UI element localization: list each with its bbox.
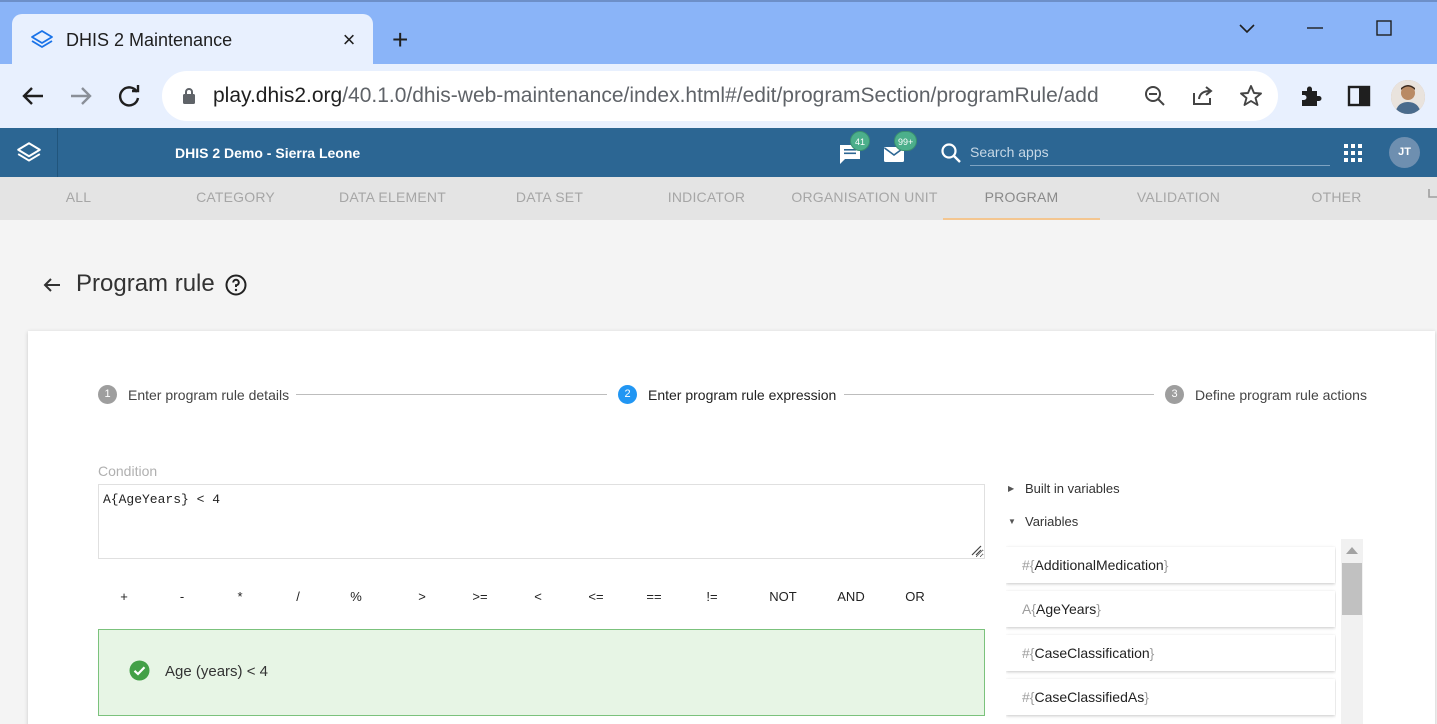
list-item[interactable]: #{AdditionalMedication}: [1006, 547, 1335, 583]
variables-label: Variables: [1025, 514, 1079, 529]
url-text[interactable]: play.dhis2.org/40.1.0/dhis-web-maintenan…: [213, 84, 1099, 108]
back-arrow-icon[interactable]: [17, 80, 49, 112]
browser-toolbar: play.dhis2.org/40.1.0/dhis-web-maintenan…: [0, 64, 1437, 128]
operator-plus-button[interactable]: +: [104, 589, 144, 604]
operator-equal-button[interactable]: ==: [634, 589, 674, 604]
caret-down-icon: ▼: [1008, 517, 1016, 526]
condition-input[interactable]: [98, 484, 985, 559]
operator-greater-equal-button[interactable]: >=: [460, 589, 500, 604]
bookmark-star-icon[interactable]: [1238, 83, 1264, 109]
browser-profile-avatar[interactable]: [1391, 80, 1425, 114]
address-bar[interactable]: play.dhis2.org/40.1.0/dhis-web-maintenan…: [162, 71, 1278, 121]
variables-scrollbar[interactable]: [1341, 539, 1363, 724]
step-label: Enter program rule details: [128, 386, 290, 403]
maximize-icon[interactable]: [1372, 16, 1396, 40]
tab-other[interactable]: OTHER: [1258, 177, 1415, 220]
caret-right-icon: ▶: [1008, 484, 1015, 493]
tab-organisation-unit[interactable]: ORGANISATION UNIT: [786, 177, 943, 220]
browser-tab-strip: DHIS 2 Maintenance × +: [0, 0, 1437, 68]
side-panel-icon[interactable]: [1345, 82, 1373, 110]
lock-icon[interactable]: [182, 87, 196, 105]
step-1[interactable]: 1 Enter program rule details: [98, 385, 289, 404]
builtin-variables-label: Built in variables: [1025, 481, 1120, 496]
operator-and-button[interactable]: AND: [831, 589, 871, 604]
new-tab-icon[interactable]: +: [392, 24, 408, 56]
tab-indicator[interactable]: INDICATOR: [628, 177, 785, 220]
program-rule-form-card: 1 Enter program rule details 2 Enter pro…: [28, 331, 1435, 724]
expression-description: Age (years) < 4: [165, 663, 268, 680]
step-connector: [844, 394, 1154, 395]
search-icon: [941, 143, 961, 163]
scrollbar-thumb[interactable]: [1342, 563, 1362, 615]
browser-tab[interactable]: DHIS 2 Maintenance ×: [12, 14, 373, 68]
share-icon[interactable]: [1190, 83, 1216, 109]
profile-photo-icon: [1391, 80, 1425, 114]
more-sections-icon[interactable]: [1426, 187, 1437, 209]
dhis2-logo-icon: [17, 142, 41, 162]
operator-not-button[interactable]: NOT: [763, 589, 803, 604]
tab-all[interactable]: ALL: [0, 177, 157, 220]
step-number: 3: [1165, 385, 1184, 404]
step-label: Define program rule actions: [1195, 386, 1367, 403]
operator-greater-button[interactable]: >: [402, 589, 442, 604]
back-arrow-icon[interactable]: [40, 273, 64, 297]
search-apps-input[interactable]: [970, 138, 1330, 166]
variables-toggle[interactable]: ▼ Variables: [1008, 514, 1078, 529]
help-icon[interactable]: [224, 273, 248, 297]
operator-not-equal-button[interactable]: !=: [692, 589, 732, 604]
check-circle-icon: [129, 660, 150, 681]
step-3[interactable]: 3 Define program rule actions: [1165, 385, 1367, 404]
tab-data-element[interactable]: DATA ELEMENT: [314, 177, 471, 220]
mail-count-badge: 99+: [894, 131, 918, 151]
maintenance-section-tabs: ALL CATEGORY DATA ELEMENT DATA SET INDIC…: [0, 177, 1437, 220]
step-number: 2: [618, 385, 637, 404]
operator-modulo-button[interactable]: %: [336, 589, 376, 604]
step-number: 1: [98, 385, 117, 404]
tab-program[interactable]: PROGRAM: [943, 177, 1100, 220]
dhis2-header-bar: DHIS 2 Demo - Sierra Leone 41 99+ JT: [0, 128, 1437, 177]
zoom-out-icon[interactable]: [1142, 83, 1168, 109]
tab-validation[interactable]: VALIDATION: [1100, 177, 1257, 220]
tab-category[interactable]: CATEGORY: [157, 177, 314, 220]
expression-validation-box: Age (years) < 4: [98, 629, 985, 716]
variables-list: #{AdditionalMedication} A{AgeYears} #{Ca…: [1006, 541, 1336, 724]
chevron-down-icon[interactable]: [1235, 16, 1259, 40]
step-label: Enter program rule expression: [648, 386, 837, 403]
close-tab-icon[interactable]: ×: [337, 26, 361, 54]
builtin-variables-toggle[interactable]: ▶ Built in variables: [1008, 481, 1120, 496]
condition-label: Condition: [98, 463, 158, 479]
interpretations-button[interactable]: 99+: [882, 131, 918, 166]
list-item[interactable]: #{CaseClassification}: [1006, 635, 1335, 671]
resize-handle-icon[interactable]: [970, 544, 982, 556]
list-item[interactable]: #{CaseClassifiedAs}: [1006, 679, 1335, 715]
step-connector: [296, 394, 607, 395]
reload-icon[interactable]: [113, 80, 145, 112]
minimize-icon[interactable]: [1303, 16, 1327, 40]
operator-divide-button[interactable]: /: [278, 589, 318, 604]
messages-button[interactable]: 41: [838, 131, 870, 166]
list-item[interactable]: A{AgeYears}: [1006, 591, 1335, 627]
extensions-puzzle-icon[interactable]: [1297, 82, 1325, 110]
operator-multiply-button[interactable]: *: [220, 589, 260, 604]
operator-less-equal-button[interactable]: <=: [576, 589, 616, 604]
browser-tab-title: DHIS 2 Maintenance: [66, 30, 233, 50]
operator-or-button[interactable]: OR: [895, 589, 935, 604]
url-path: /40.1.0/dhis-web-maintenance/index.html#…: [342, 84, 1099, 107]
operator-less-button[interactable]: <: [518, 589, 558, 604]
tab-data-set[interactable]: DATA SET: [471, 177, 628, 220]
dhis2-home-logo[interactable]: [0, 128, 58, 177]
forward-arrow-icon[interactable]: [65, 80, 97, 112]
dhis2-logo-icon: [31, 30, 53, 48]
scroll-up-arrow-icon[interactable]: [1346, 547, 1358, 554]
step-2[interactable]: 2 Enter program rule expression: [618, 385, 836, 404]
instance-title: DHIS 2 Demo - Sierra Leone: [175, 145, 361, 161]
apps-grid-icon[interactable]: [1344, 144, 1362, 162]
page-title: Program rule: [76, 270, 215, 297]
url-host: play.dhis2.org: [213, 84, 343, 107]
operator-minus-button[interactable]: -: [162, 589, 202, 604]
user-avatar[interactable]: JT: [1389, 137, 1420, 168]
messages-count-badge: 41: [850, 131, 870, 151]
